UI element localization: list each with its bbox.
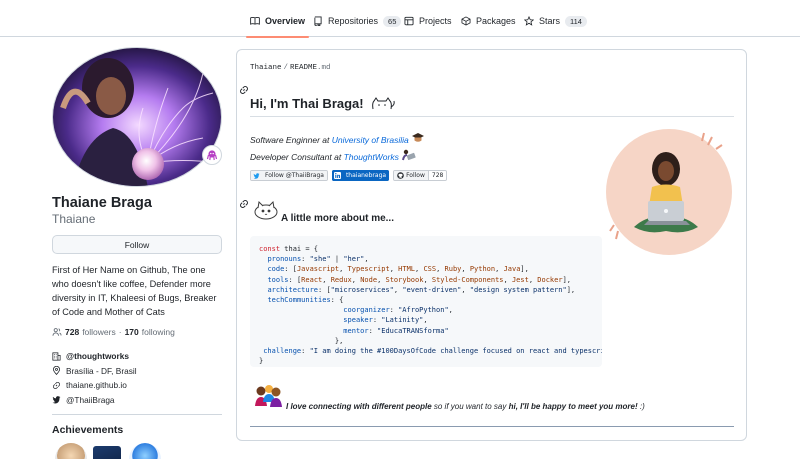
- organization-row[interactable]: @thoughtworks: [52, 349, 222, 363]
- github-icon: [397, 172, 404, 179]
- tab-repositories[interactable]: Repositories 65: [313, 10, 402, 32]
- closing-end: :): [637, 402, 645, 411]
- follow-stats: 728 followers · 170 following: [52, 327, 175, 337]
- linkedin-shield[interactable]: thaianebraga: [331, 170, 390, 181]
- stars-count: 114: [565, 15, 587, 27]
- curious-cat-icon: [254, 200, 278, 220]
- linkedin-logo: [331, 170, 343, 181]
- profile-username: Thaiane: [52, 212, 96, 226]
- readme-subheading: A little more about me...: [281, 213, 394, 224]
- role-2-prefix: Developer Consultant at: [250, 152, 344, 162]
- achievement-badge[interactable]: [129, 443, 161, 459]
- followers-label[interactable]: followers: [82, 327, 116, 337]
- code-block: const thai = { pronouns: "she" | "her", …: [250, 236, 602, 367]
- role-line-2: Developer Consultant at ThoughtWorks: [250, 149, 425, 166]
- linkedin-shield-label: thaianebraga: [342, 170, 390, 181]
- achievements-title: Achievements: [52, 424, 124, 436]
- people-icon: [52, 328, 62, 336]
- readme-heading-text: Hi, I'm Thai Braga!: [250, 96, 364, 111]
- tab-stars[interactable]: Stars 114: [524, 10, 587, 32]
- closing-bold-2: hi, I'll be happy to meet you more!: [508, 402, 638, 411]
- readme-heading: Hi, I'm Thai Braga!: [250, 96, 396, 111]
- status-badge[interactable]: [202, 145, 222, 165]
- graduation-cap-icon: [412, 133, 425, 142]
- readme-closing: I love connecting with different people …: [286, 402, 645, 411]
- avatar-container: [52, 47, 222, 187]
- follow-button[interactable]: Follow: [52, 235, 222, 254]
- tab-packages[interactable]: Packages: [461, 10, 516, 32]
- anchor-link-icon[interactable]: [239, 199, 249, 209]
- twitter-row[interactable]: @ThaiiBraga: [52, 393, 222, 407]
- achievement-badge[interactable]: [93, 446, 121, 459]
- location-row: Brasília - DF, Brasil: [52, 364, 222, 378]
- university-link[interactable]: University of Brasilia: [332, 135, 409, 145]
- cat-icon: [371, 96, 395, 109]
- repositories-count: 65: [383, 15, 402, 27]
- anchor-link-icon[interactable]: [239, 85, 249, 95]
- book-icon: [250, 16, 260, 25]
- people-emoji-icon: [255, 385, 282, 407]
- organization-icon: [52, 351, 61, 361]
- tab-projects-label: Projects: [419, 16, 452, 26]
- tab-repositories-label: Repositories: [328, 16, 379, 26]
- achievement-badge[interactable]: [55, 443, 87, 459]
- closing-bold: I love connecting with different people: [286, 402, 432, 411]
- location-text: Brasília - DF, Brasil: [66, 365, 137, 376]
- profile-full-name: Thaiane Braga: [52, 195, 152, 211]
- laptop-person-icon: [402, 149, 416, 161]
- profile-tabs: Overview Repositories 65 Projects Packag…: [0, 0, 800, 38]
- avatar[interactable]: [52, 47, 222, 187]
- breadcrumb-separator: /: [283, 64, 289, 72]
- follow-separator: ·: [118, 327, 122, 337]
- role-line-1: Software Enginner at University of Brasi…: [250, 132, 425, 149]
- tab-packages-label: Packages: [476, 16, 516, 26]
- table-icon: [404, 16, 414, 26]
- readme-extension: .md: [317, 64, 331, 72]
- social-shields: Follow @ThaiiBraga thaianebraga Follow 7…: [250, 170, 448, 181]
- twitter-icon: [52, 396, 61, 404]
- avatar-image: [53, 48, 221, 186]
- readme-owner[interactable]: Thaiane: [250, 64, 282, 72]
- readme-file[interactable]: README: [290, 64, 317, 72]
- location-icon: [53, 366, 60, 375]
- sidebar-divider: [52, 414, 222, 415]
- profile-bio: First of Her Name on Github, The one who…: [52, 265, 217, 317]
- github-shield[interactable]: Follow 728: [393, 170, 448, 181]
- octopus-emoji-icon: [206, 150, 218, 161]
- profile-details: @thoughtworks Brasília - DF, Brasil thai…: [52, 349, 222, 407]
- following-count[interactable]: 170: [125, 327, 139, 337]
- twitter-bird-icon: [253, 172, 260, 179]
- followers-count[interactable]: 728: [65, 327, 79, 337]
- website-row[interactable]: thaiane.github.io: [52, 378, 222, 392]
- tab-overview-label: Overview: [265, 16, 306, 26]
- closing-mid: so if you want to say: [431, 402, 509, 411]
- twitter-handle[interactable]: @ThaiiBraga: [66, 395, 115, 405]
- repo-icon: [314, 16, 322, 26]
- readme-breadcrumb: Thaiane / README.md: [250, 64, 331, 72]
- package-icon: [461, 16, 471, 26]
- twitter-shield[interactable]: Follow @ThaiiBraga: [250, 170, 328, 181]
- thoughtworks-link[interactable]: ThoughtWorks: [344, 152, 399, 162]
- readme-bottom-divider: [250, 426, 734, 427]
- organization-name[interactable]: @thoughtworks: [66, 351, 129, 361]
- tab-projects[interactable]: Projects: [404, 10, 452, 32]
- tab-overview[interactable]: Overview: [245, 10, 310, 38]
- twitter-shield-logo: [251, 171, 262, 180]
- following-label[interactable]: following: [142, 327, 175, 337]
- github-shield-count: 728: [427, 171, 447, 180]
- github-shield-label: Follow: [406, 172, 425, 179]
- readme-card: Thaiane / README.md Hi, I'm Thai Braga! So…: [236, 49, 747, 441]
- linkedin-icon: [333, 172, 341, 179]
- link-icon: [53, 381, 60, 389]
- heading-divider: [250, 116, 734, 117]
- girl-with-laptop-illustration: [606, 129, 732, 255]
- readme-roles: Software Enginner at University of Brasi…: [250, 132, 425, 166]
- role-1-prefix: Software Enginner at: [250, 135, 332, 145]
- website-link[interactable]: thaiane.github.io: [66, 380, 127, 390]
- github-shield-left: Follow: [394, 171, 428, 180]
- star-icon: [524, 16, 534, 26]
- tab-stars-label: Stars: [539, 16, 561, 26]
- twitter-shield-label: Follow @ThaiiBraga: [262, 171, 327, 180]
